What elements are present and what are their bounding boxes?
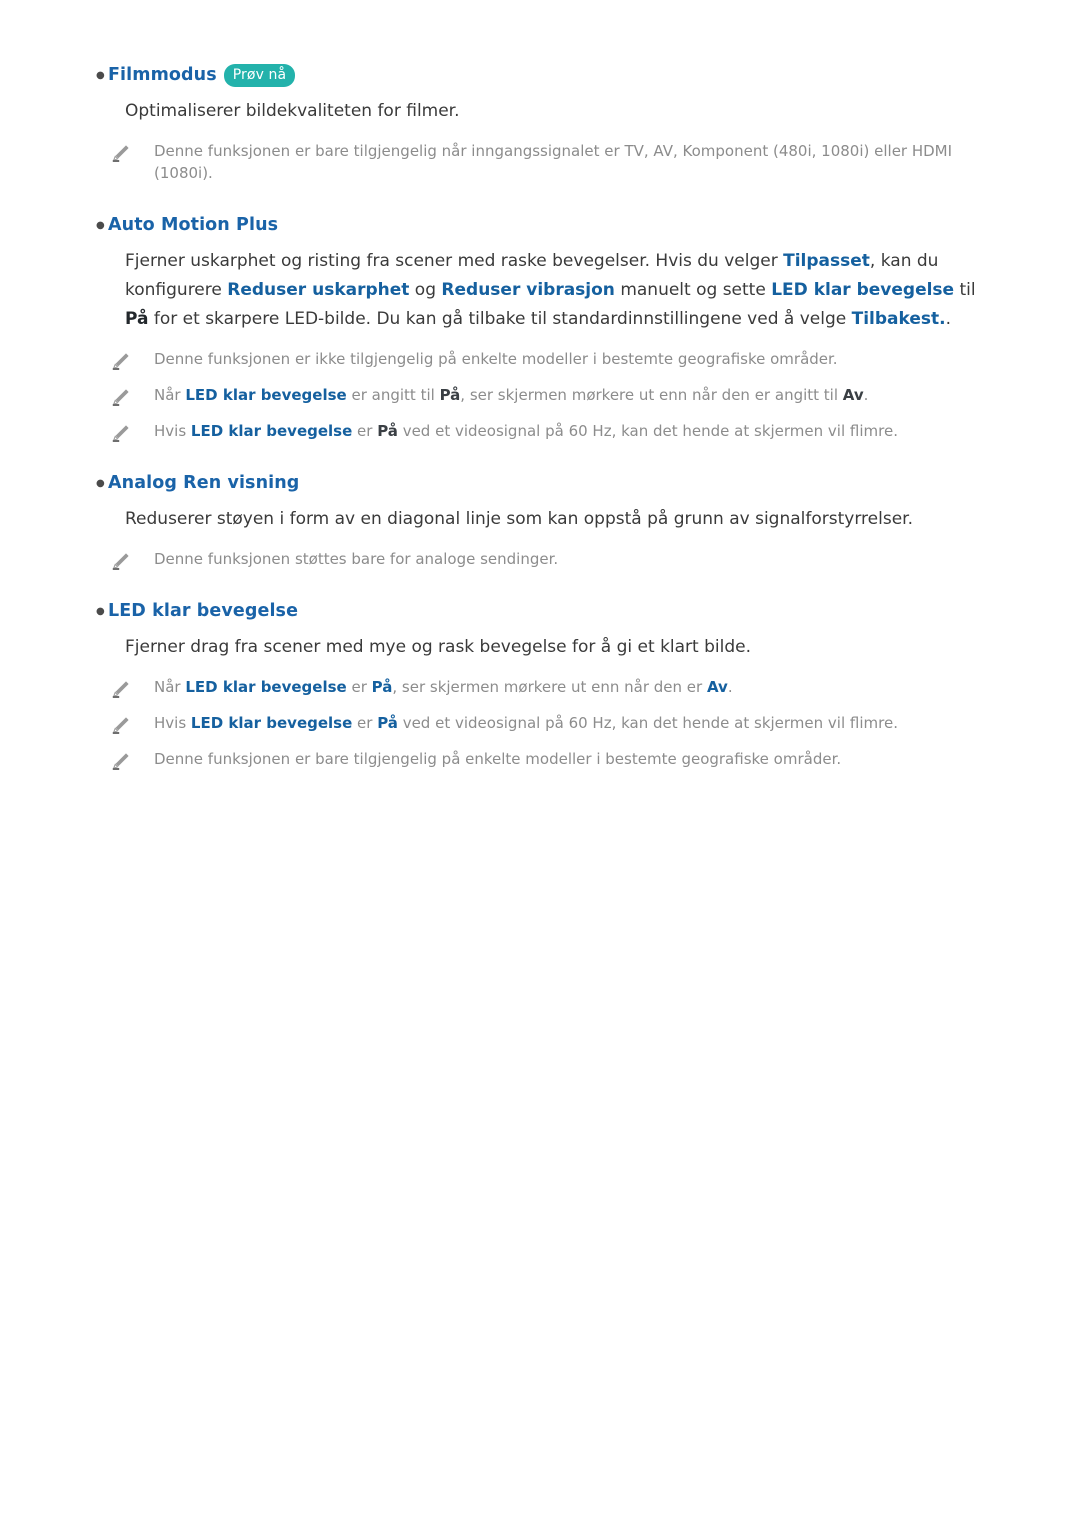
section-body-text: Reduserer støyen i form av en diagonal l… (125, 509, 913, 529)
term-pa: På (371, 678, 393, 696)
manual-page: Filmmodus Prøv nå Optimaliserer bildekva… (0, 0, 1080, 1527)
text-run: manuelt og sette (614, 280, 772, 300)
note-item: Denne funksjonen støttes bare for analog… (78, 548, 1002, 570)
term-pa: På (377, 422, 398, 440)
pencil-icon (110, 422, 154, 444)
text-run: og (409, 280, 442, 300)
heading-label: Analog Ren visning (108, 473, 300, 493)
pencil-icon (110, 386, 154, 408)
term-av: Av (842, 386, 864, 404)
text-run: Når (154, 678, 186, 696)
section-filmmodus: Filmmodus Prøv nå Optimaliserer bildekva… (78, 60, 1002, 184)
notes-list: Denne funksjonen er ikke tilgjengelig på… (78, 348, 1002, 442)
text-run: , ser skjermen mørkere ut enn når den er… (460, 386, 843, 404)
bullet-dot-icon (78, 210, 108, 243)
pencil-icon (110, 750, 154, 772)
text-run: , ser skjermen mørkere ut enn når den er (392, 678, 707, 696)
note-item: Når LED klar bevegelse er angitt til På,… (78, 384, 1002, 406)
section-body-text: Fjerner uskarphet og risting fra scener … (78, 247, 1002, 334)
note-item: Denne funksjonen er bare tilgjengelig på… (78, 748, 1002, 770)
section-heading: LED klar bevegelse (108, 596, 298, 626)
pencil-icon (110, 142, 154, 164)
term-tilbakest: Tilbakest. (851, 309, 946, 329)
pencil-icon (110, 350, 154, 372)
text-run: er (352, 422, 378, 440)
text-run: . (727, 678, 733, 696)
term-pa: På (125, 309, 149, 329)
note-text: Når LED klar bevegelse er angitt til På,… (154, 384, 1002, 406)
section-heading: Analog Ren visning (108, 468, 299, 498)
term-led-klar-bevegelse: LED klar bevegelse (190, 422, 353, 440)
pencil-icon (110, 714, 154, 736)
text-run: ved et videosignal på 60 Hz, kan det hen… (397, 422, 898, 440)
heading-label: Filmmodus (108, 65, 217, 85)
note-text: Når LED klar bevegelse er På, ser skjerm… (154, 676, 1002, 698)
section-auto-motion-plus: Auto Motion Plus Fjerner uskarphet og ri… (78, 210, 1002, 442)
term-reduser-vibrasjon: Reduser vibrasjon (441, 280, 615, 300)
term-led-klar-bevegelse: LED klar bevegelse (185, 386, 347, 404)
note-text: Denne funksjonen er bare tilgjengelig nå… (154, 142, 953, 182)
text-run: er (346, 678, 372, 696)
term-led-klar-bevegelse: LED klar bevegelse (190, 714, 353, 732)
text-run: er angitt til (346, 386, 440, 404)
text-run: Hvis (154, 422, 191, 440)
pencil-icon (110, 550, 154, 572)
term-tilpasset: Tilpasset (783, 251, 870, 271)
heading-label: LED klar bevegelse (108, 601, 299, 621)
note-text: Hvis LED klar bevegelse er På ved et vid… (154, 712, 1002, 734)
heading-row-filmmodus: Filmmodus Prøv nå (78, 60, 1002, 93)
heading-label: Auto Motion Plus (108, 215, 279, 235)
text-run: er (352, 714, 378, 732)
section-analog-ren-visning: Analog Ren visning Reduserer støyen i fo… (78, 468, 1002, 570)
text-run: Denne funksjonen er bare tilgjengelig på… (154, 750, 842, 768)
bullet-dot-icon (78, 596, 108, 629)
note-item: Hvis LED klar bevegelse er På ved et vid… (78, 712, 1002, 734)
term-pa: På (377, 714, 398, 732)
note-text: Denne funksjonen er ikke tilgjengelig på… (154, 348, 1002, 370)
bullet-dot-icon (78, 468, 108, 501)
section-body-text: Optimaliserer bildekvaliteten for filmer… (125, 101, 460, 121)
heading-row-led-klar-bevegelse: LED klar bevegelse (78, 596, 1002, 629)
note-item: Denne funksjonen er bare tilgjengelig nå… (78, 140, 1002, 184)
note-text: Denne funksjonen er bare tilgjengelig på… (154, 748, 1002, 770)
term-led-klar-bevegelse: LED klar bevegelse (185, 678, 347, 696)
try-now-badge[interactable]: Prøv nå (223, 63, 296, 87)
text-run: Fjerner uskarphet og risting fra scener … (125, 251, 784, 271)
text-run: for et skarpere LED-bilde. Du kan gå til… (148, 309, 852, 329)
text-run: . (945, 309, 952, 329)
note-item: Når LED klar bevegelse er På, ser skjerm… (78, 676, 1002, 698)
note-item: Hvis LED klar bevegelse er På ved et vid… (78, 420, 1002, 442)
text-run: ved et videosignal på 60 Hz, kan det hen… (397, 714, 898, 732)
heading-row-analog-ren-visning: Analog Ren visning (78, 468, 1002, 501)
note-text: Denne funksjonen støttes bare for analog… (154, 550, 559, 568)
term-reduser-uskarphet: Reduser uskarphet (227, 280, 410, 300)
notes-list: Når LED klar bevegelse er På, ser skjerm… (78, 676, 1002, 770)
text-run: Når (154, 386, 186, 404)
term-av: Av (706, 678, 728, 696)
text-run: Denne funksjonen er ikke tilgjengelig på… (154, 350, 838, 368)
section-heading: Auto Motion Plus (108, 210, 278, 240)
section-led-klar-bevegelse: LED klar bevegelse Fjerner drag fra scen… (78, 596, 1002, 770)
term-pa: På (439, 386, 461, 404)
text-run: . (863, 386, 869, 404)
section-body-text: Fjerner drag fra scener med mye og rask … (125, 637, 752, 657)
note-item: Denne funksjonen er ikke tilgjengelig på… (78, 348, 1002, 370)
note-text: Hvis LED klar bevegelse er På ved et vid… (154, 420, 1002, 442)
text-run: Hvis (154, 714, 191, 732)
heading-row-auto-motion-plus: Auto Motion Plus (78, 210, 1002, 243)
text-run: til (954, 280, 976, 300)
pencil-icon (110, 678, 154, 700)
term-led-klar-bevegelse: LED klar bevegelse (771, 280, 955, 300)
section-heading: Filmmodus Prøv nå (108, 60, 296, 90)
bullet-dot-icon (78, 60, 108, 93)
